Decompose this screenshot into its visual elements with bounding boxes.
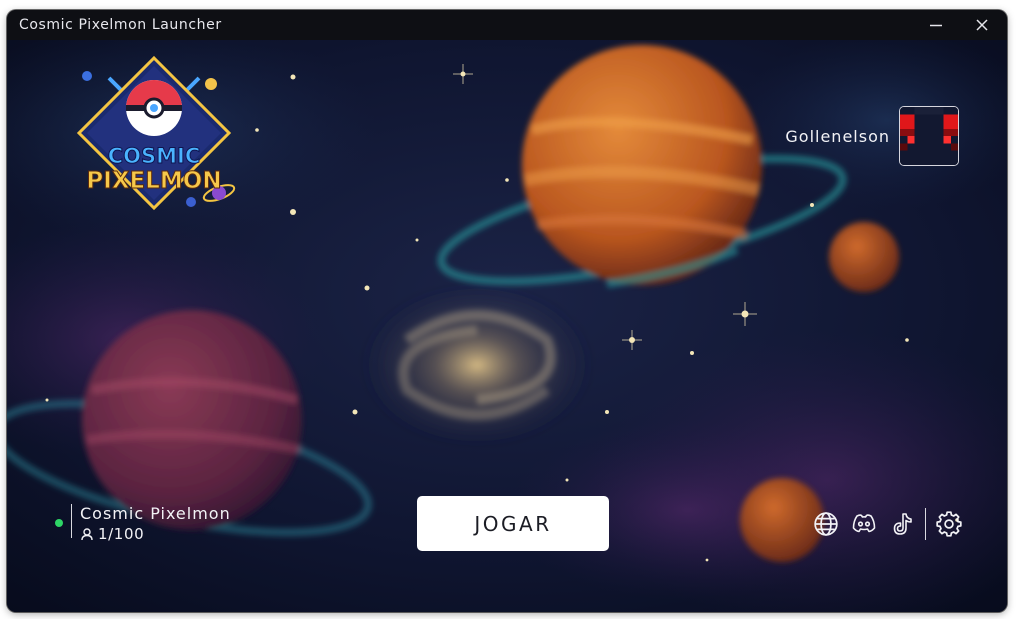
minimize-icon [930, 24, 942, 27]
player-count-value: 1/100 [98, 525, 145, 543]
globe-icon [814, 512, 838, 536]
logo-line1: COSMIC [108, 144, 201, 168]
player-count: 1/100 [80, 525, 231, 543]
server-status: Cosmic Pixelmon 1/100 [55, 504, 231, 543]
server-name: Cosmic Pixelmon [80, 504, 231, 523]
tiktok-button[interactable] [883, 509, 921, 539]
avatar[interactable] [899, 106, 959, 166]
close-icon [976, 19, 988, 31]
divider [925, 508, 926, 540]
close-button[interactable] [959, 10, 1005, 40]
avatar-skin-icon [900, 107, 958, 165]
discord-icon [852, 514, 876, 533]
logo-line2: PIXELMON [86, 168, 221, 194]
window-title: Cosmic Pixelmon Launcher [19, 17, 222, 33]
user-icon [81, 528, 93, 541]
online-status-dot [55, 519, 63, 527]
divider [71, 504, 72, 538]
title-bar[interactable]: Cosmic Pixelmon Launcher [7, 10, 1007, 40]
launcher-window: Cosmic Pixelmon Launcher COSMIC PIXELMON… [7, 10, 1007, 612]
gear-icon [936, 511, 962, 537]
tiktok-icon [893, 513, 912, 535]
play-button[interactable]: JOGAR [417, 496, 609, 551]
minimize-button[interactable] [913, 10, 959, 40]
cosmic-pixelmon-logo: COSMIC PIXELMON [76, 55, 236, 211]
username: Gollenelson [785, 126, 890, 146]
user-profile[interactable]: Gollenelson [785, 106, 959, 166]
discord-button[interactable] [845, 509, 883, 539]
website-button[interactable] [807, 509, 845, 539]
social-links [807, 508, 968, 540]
settings-button[interactable] [930, 509, 968, 539]
server-info: Cosmic Pixelmon 1/100 [80, 504, 231, 543]
